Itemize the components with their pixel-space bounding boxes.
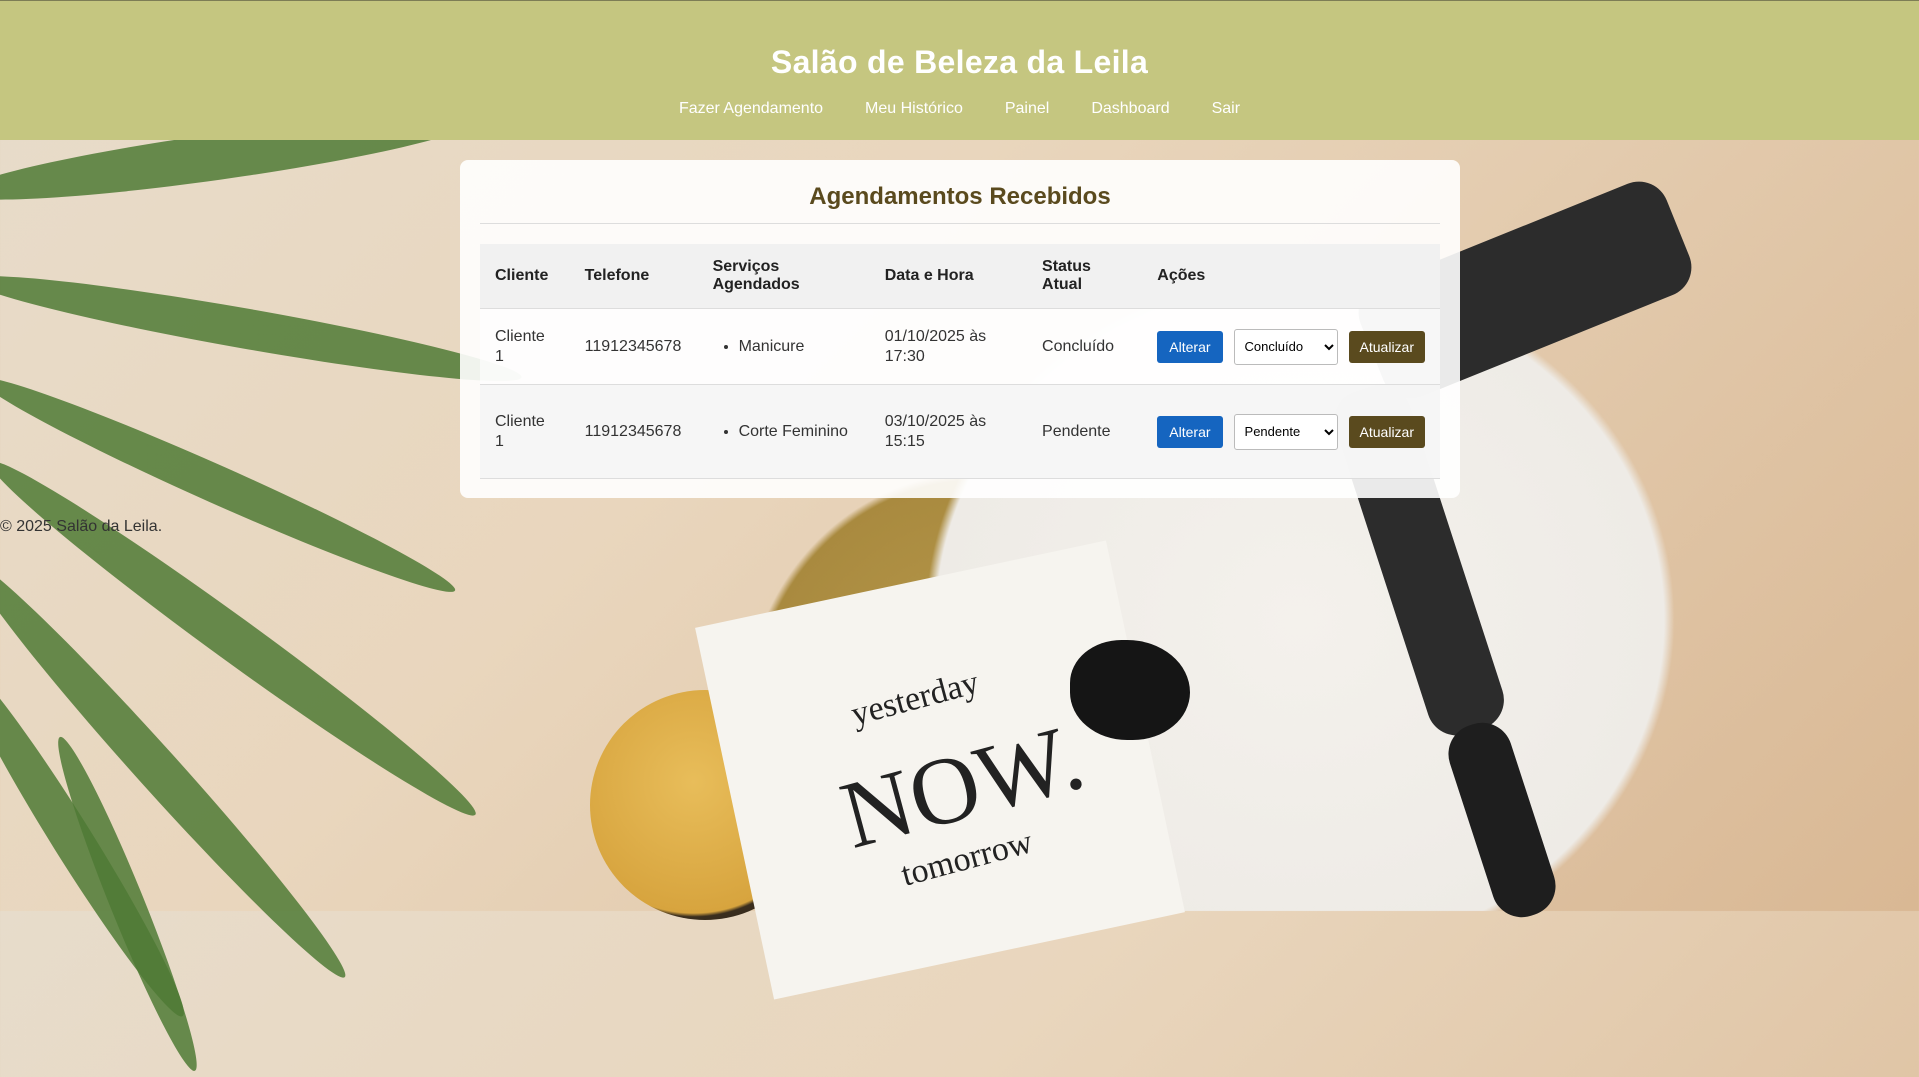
table-row: Cliente 1 11912345678 Manicure 01/10/202… — [480, 308, 1440, 385]
nav-dashboard[interactable]: Dashboard — [1070, 100, 1190, 118]
status-select[interactable]: Pendente — [1233, 413, 1338, 450]
cell-telefone: 11912345678 — [569, 308, 698, 385]
column-header-status: Status Atual — [1027, 244, 1143, 309]
nav-meu-historico[interactable]: Meu Histórico — [844, 100, 984, 118]
status-select[interactable]: Concluído — [1233, 328, 1338, 365]
cell-telefone: 11912345678 — [569, 384, 698, 479]
column-header-data-hora: Data e Hora — [869, 244, 1028, 309]
column-header-telefone: Telefone — [569, 244, 698, 309]
cell-data-hora: 01/10/2025 às 17:30 — [869, 308, 1028, 385]
cell-data-hora: 03/10/2025 às 15:15 — [869, 384, 1028, 479]
main-nav: Fazer Agendamento Meu Histórico Painel D… — [0, 100, 1919, 118]
cell-servicos: Corte Feminino — [697, 384, 870, 479]
service-item: Manicure — [739, 337, 855, 357]
nav-sair[interactable]: Sair — [1191, 100, 1261, 118]
cell-servicos: Manicure — [697, 308, 870, 385]
row-actions: Alterar Concluído Atualizar — [1157, 328, 1425, 365]
site-footer: © 2025 Salão da Leila. — [0, 518, 163, 535]
services-list: Manicure — [713, 337, 855, 357]
table-row: Cliente 1 11912345678 Corte Feminino 03/… — [480, 384, 1440, 479]
table-header-row: Cliente Telefone Serviços Agendados Data… — [480, 244, 1440, 309]
cell-acoes: Alterar Pendente Atualizar — [1142, 384, 1440, 479]
cell-cliente: Cliente 1 — [480, 384, 570, 479]
column-header-cliente: Cliente — [480, 244, 570, 309]
column-header-acoes: Ações — [1142, 244, 1440, 309]
nav-fazer-agendamento[interactable]: Fazer Agendamento — [658, 100, 844, 118]
atualizar-button[interactable]: Atualizar — [1348, 415, 1425, 448]
column-header-servicos: Serviços Agendados — [697, 244, 870, 309]
cell-acoes: Alterar Concluído Atualizar — [1142, 308, 1440, 385]
appointments-card: Agendamentos Recebidos Cliente Telefone … — [460, 160, 1460, 498]
appointments-table: Cliente Telefone Serviços Agendados Data… — [480, 244, 1440, 479]
site-header: Salão de Beleza da Leila Fazer Agendamen… — [0, 0, 1919, 140]
page-title: Agendamentos Recebidos — [480, 180, 1440, 224]
alterar-button[interactable]: Alterar — [1157, 330, 1223, 363]
alterar-button[interactable]: Alterar — [1157, 415, 1223, 448]
cell-cliente: Cliente 1 — [480, 308, 570, 385]
services-list: Corte Feminino — [713, 422, 855, 442]
service-item: Corte Feminino — [739, 422, 855, 442]
row-actions: Alterar Pendente Atualizar — [1157, 413, 1425, 450]
nav-painel[interactable]: Painel — [984, 100, 1070, 118]
cell-status: Concluído — [1027, 308, 1143, 385]
site-title: Salão de Beleza da Leila — [770, 44, 1149, 80]
cell-status: Pendente — [1027, 384, 1143, 479]
atualizar-button[interactable]: Atualizar — [1348, 330, 1425, 363]
